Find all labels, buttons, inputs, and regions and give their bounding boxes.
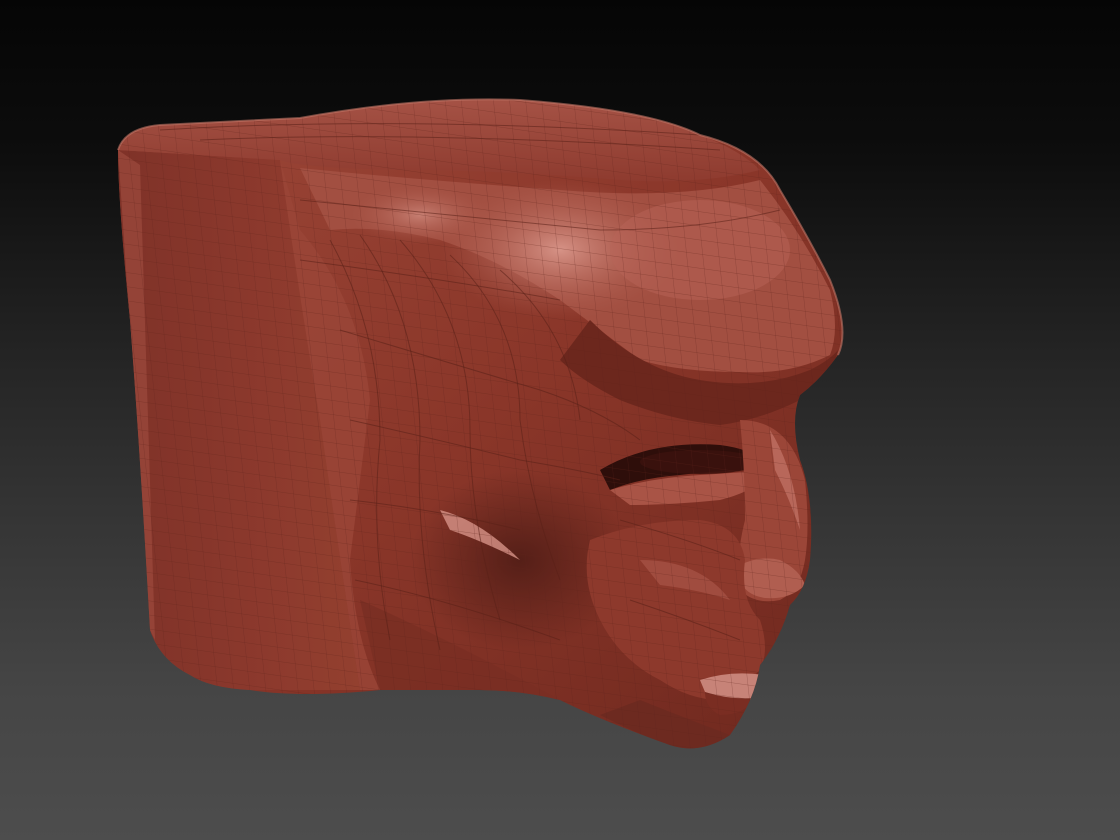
- sculpt-mesh[interactable]: [0, 0, 1120, 840]
- 3d-viewport[interactable]: [0, 0, 1120, 840]
- head-mesh: [117, 98, 844, 749]
